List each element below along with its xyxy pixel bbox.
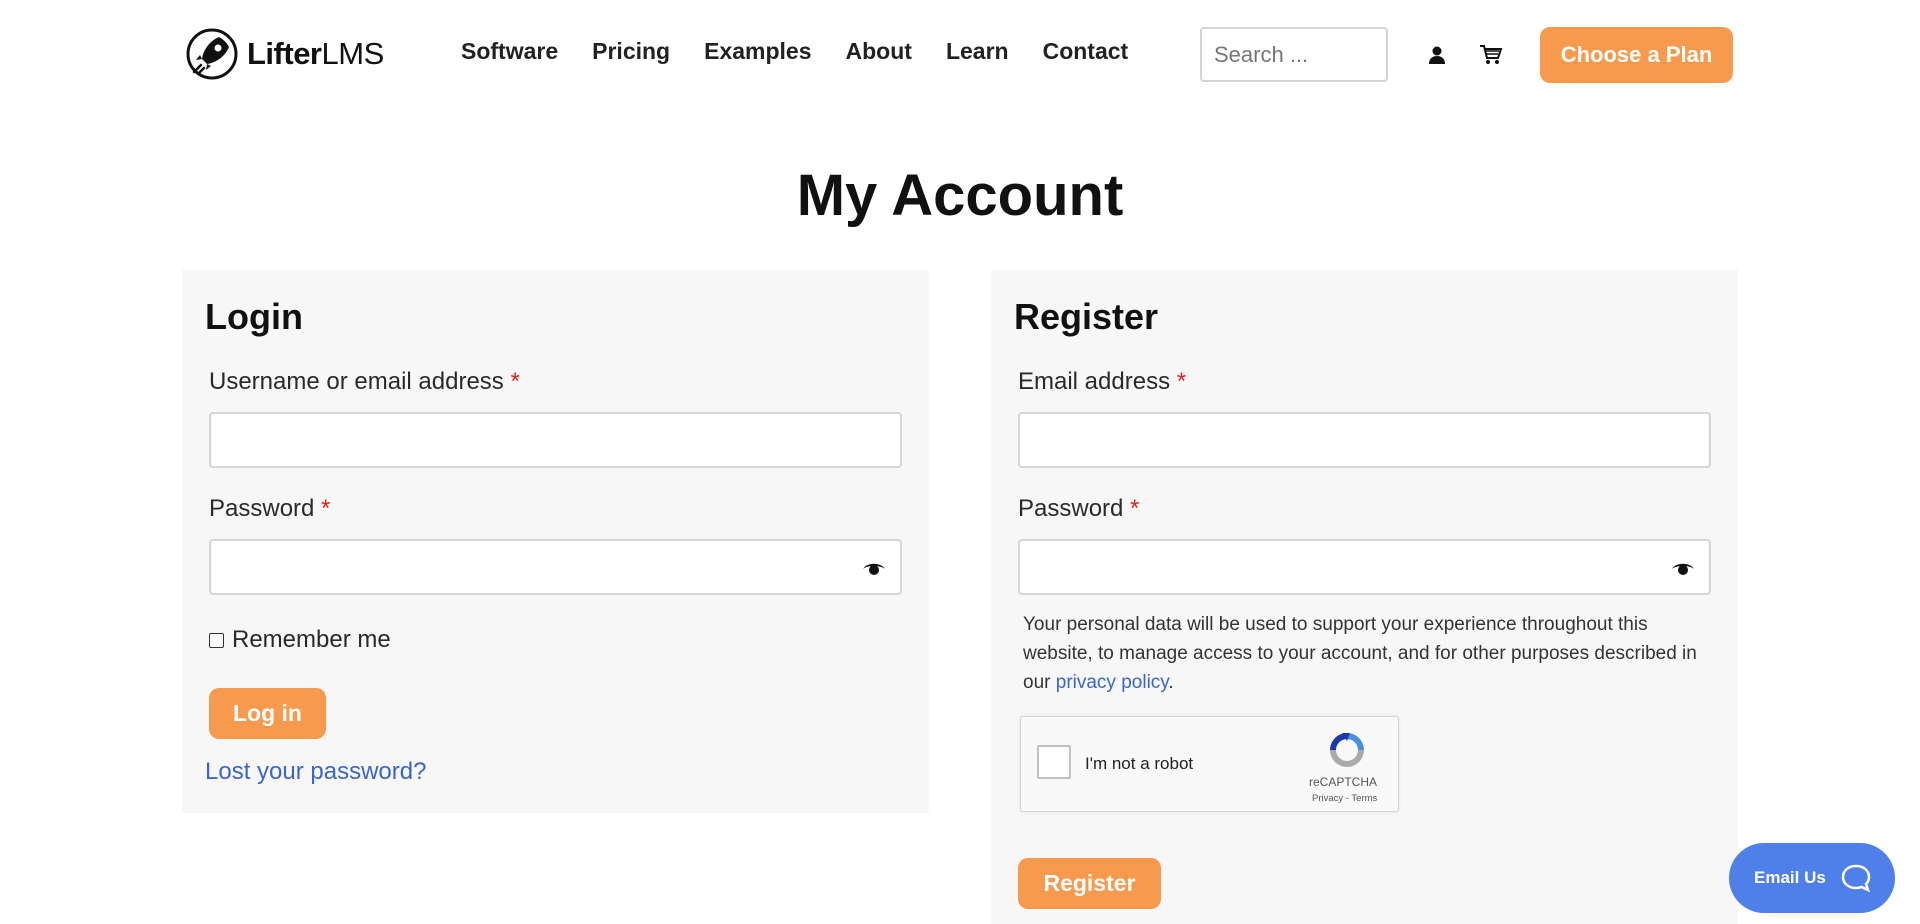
cart-icon[interactable] — [1478, 42, 1504, 68]
nav-about[interactable]: About — [846, 38, 912, 65]
email-us-button[interactable]: Email Us — [1729, 843, 1895, 913]
logo-wordmark: LifterLMS — [247, 36, 384, 71]
register-password-label: Password * — [1018, 495, 1140, 522]
register-email-label: Email address * — [1018, 368, 1187, 395]
recaptcha-terms-links[interactable]: Privacy - Terms — [1312, 793, 1377, 804]
search-input[interactable] — [1200, 27, 1388, 82]
nav-contact[interactable]: Contact — [1043, 38, 1129, 65]
register-button[interactable]: Register — [1018, 858, 1161, 909]
user-icon[interactable] — [1424, 42, 1450, 68]
required-marker: * — [1176, 368, 1187, 395]
rocket-icon — [186, 28, 238, 80]
remember-me[interactable]: Remember me — [209, 626, 391, 654]
remember-me-label: Remember me — [232, 626, 391, 653]
required-marker: * — [321, 495, 331, 522]
login-password-label: Password * — [209, 495, 331, 522]
remember-me-checkbox[interactable] — [209, 632, 224, 648]
main-nav: Software Pricing Examples About Learn Co… — [461, 38, 1162, 65]
login-password-field[interactable] — [209, 539, 902, 595]
login-button[interactable]: Log in — [209, 688, 326, 739]
register-email-field[interactable] — [1018, 412, 1711, 468]
choose-plan-button[interactable]: Choose a Plan — [1540, 27, 1733, 83]
required-marker: * — [510, 368, 520, 395]
site-logo[interactable]: LifterLMS — [185, 26, 384, 82]
register-panel: Register Email address * Password * Your… — [991, 270, 1738, 924]
recaptcha-checkbox[interactable] — [1037, 745, 1071, 779]
email-us-label: Email Us — [1754, 868, 1826, 887]
register-heading: Register — [1014, 296, 1159, 337]
show-password-icon[interactable] — [1671, 559, 1695, 577]
show-password-icon[interactable] — [862, 559, 886, 577]
privacy-policy-link[interactable]: privacy policy — [1056, 672, 1169, 693]
login-heading: Login — [205, 296, 303, 337]
nav-software[interactable]: Software — [461, 38, 558, 65]
required-marker: * — [1130, 495, 1140, 522]
nav-learn[interactable]: Learn — [946, 38, 1009, 65]
username-label: Username or email address * — [209, 368, 520, 395]
page-title: My Account — [796, 163, 1124, 228]
username-field[interactable] — [209, 412, 902, 468]
register-password-field[interactable] — [1018, 539, 1711, 595]
recaptcha-brand: reCAPTCHA — [1309, 775, 1378, 789]
recaptcha-widget: I'm not a robot reCAPTCHA Privacy - Term… — [1020, 716, 1399, 812]
lost-password-link[interactable]: Lost your password? — [205, 758, 426, 786]
login-panel: Login Username or email address * Passwo… — [182, 270, 929, 813]
recaptcha-label: I'm not a robot — [1085, 754, 1194, 773]
chat-bubble-icon — [1841, 864, 1871, 893]
nav-examples[interactable]: Examples — [704, 38, 811, 65]
site-header: LifterLMS Software Pricing Examples Abou… — [0, 0, 1920, 110]
nav-pricing[interactable]: Pricing — [592, 38, 670, 65]
recaptcha-logo-icon — [1330, 733, 1364, 767]
privacy-notice: Your personal data will be used to suppo… — [1023, 614, 1697, 693]
